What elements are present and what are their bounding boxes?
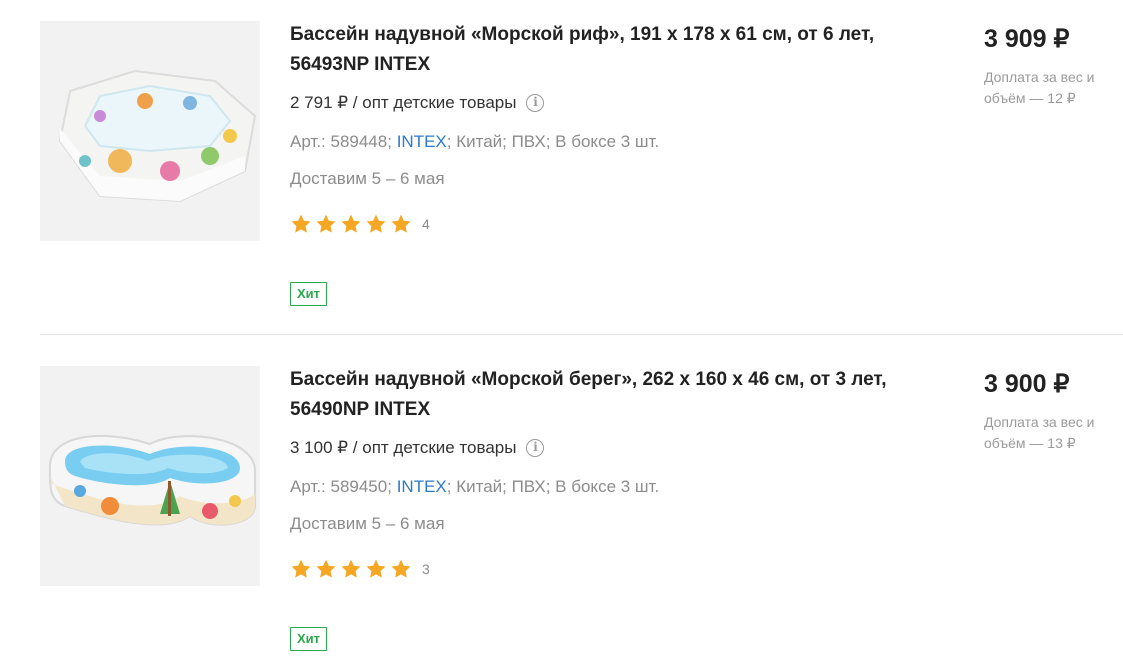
product-title[interactable]: Бассейн надувной «Морской берег», 262 x … [290, 365, 890, 425]
rating-count: 3 [422, 561, 430, 577]
rating-count: 4 [422, 216, 430, 232]
hit-badge: Хит [290, 282, 328, 306]
article-suffix: ; Китай; ПВХ; В боксе 3 шт. [446, 477, 660, 496]
product-meta: Арт.: 589450; INTEX; Китай; ПВХ; В боксе… [290, 475, 659, 499]
rating[interactable]: 4 [290, 213, 430, 235]
divider [40, 334, 1123, 335]
delivery-date: Доставим 5 – 6 мая [290, 169, 445, 188]
product-price: 3 909 ₽ [984, 25, 1070, 53]
star-icon [340, 213, 362, 235]
star-icon [390, 213, 412, 235]
hit-badge: Хит [290, 627, 328, 651]
star-icon [290, 558, 312, 580]
star-icon [290, 213, 312, 235]
star-icon [315, 558, 337, 580]
pool-image-figure-eight [40, 366, 260, 586]
star-icon [340, 558, 362, 580]
pool-image-octagon [40, 21, 260, 241]
product-meta: Арт.: 589448; INTEX; Китай; ПВХ; В боксе… [290, 130, 659, 154]
extra-fee: Доплата за вес и объём — 13 ₽ [984, 414, 1095, 451]
product-title[interactable]: Бассейн надувной «Морской риф», 191 x 17… [290, 20, 890, 80]
wholesale-price-text: 2 791 ₽ / опт детские товары [290, 93, 517, 112]
product-price: 3 900 ₽ [984, 370, 1070, 398]
delivery-date: Доставим 5 – 6 мая [290, 514, 445, 533]
article-prefix: Арт.: 589450; [290, 477, 392, 496]
star-icon [365, 558, 387, 580]
brand-link[interactable]: INTEX [397, 132, 447, 151]
brand-link[interactable]: INTEX [397, 477, 447, 496]
product-image[interactable] [40, 21, 260, 241]
wholesale-price: 3 100 ₽ / опт детские товары i [290, 436, 545, 460]
info-icon[interactable]: i [526, 439, 545, 457]
wholesale-price: 2 791 ₽ / опт детские товары i [290, 91, 545, 115]
rating[interactable]: 3 [290, 558, 430, 580]
star-icon [390, 558, 412, 580]
article-prefix: Арт.: 589448; [290, 132, 392, 151]
star-icon [315, 213, 337, 235]
article-suffix: ; Китай; ПВХ; В боксе 3 шт. [446, 132, 660, 151]
star-icon [365, 213, 387, 235]
wholesale-price-text: 3 100 ₽ / опт детские товары [290, 438, 517, 457]
info-icon[interactable]: i [526, 94, 545, 112]
product-image[interactable] [40, 366, 260, 586]
extra-fee: Доплата за вес и объём — 12 ₽ [984, 69, 1095, 106]
